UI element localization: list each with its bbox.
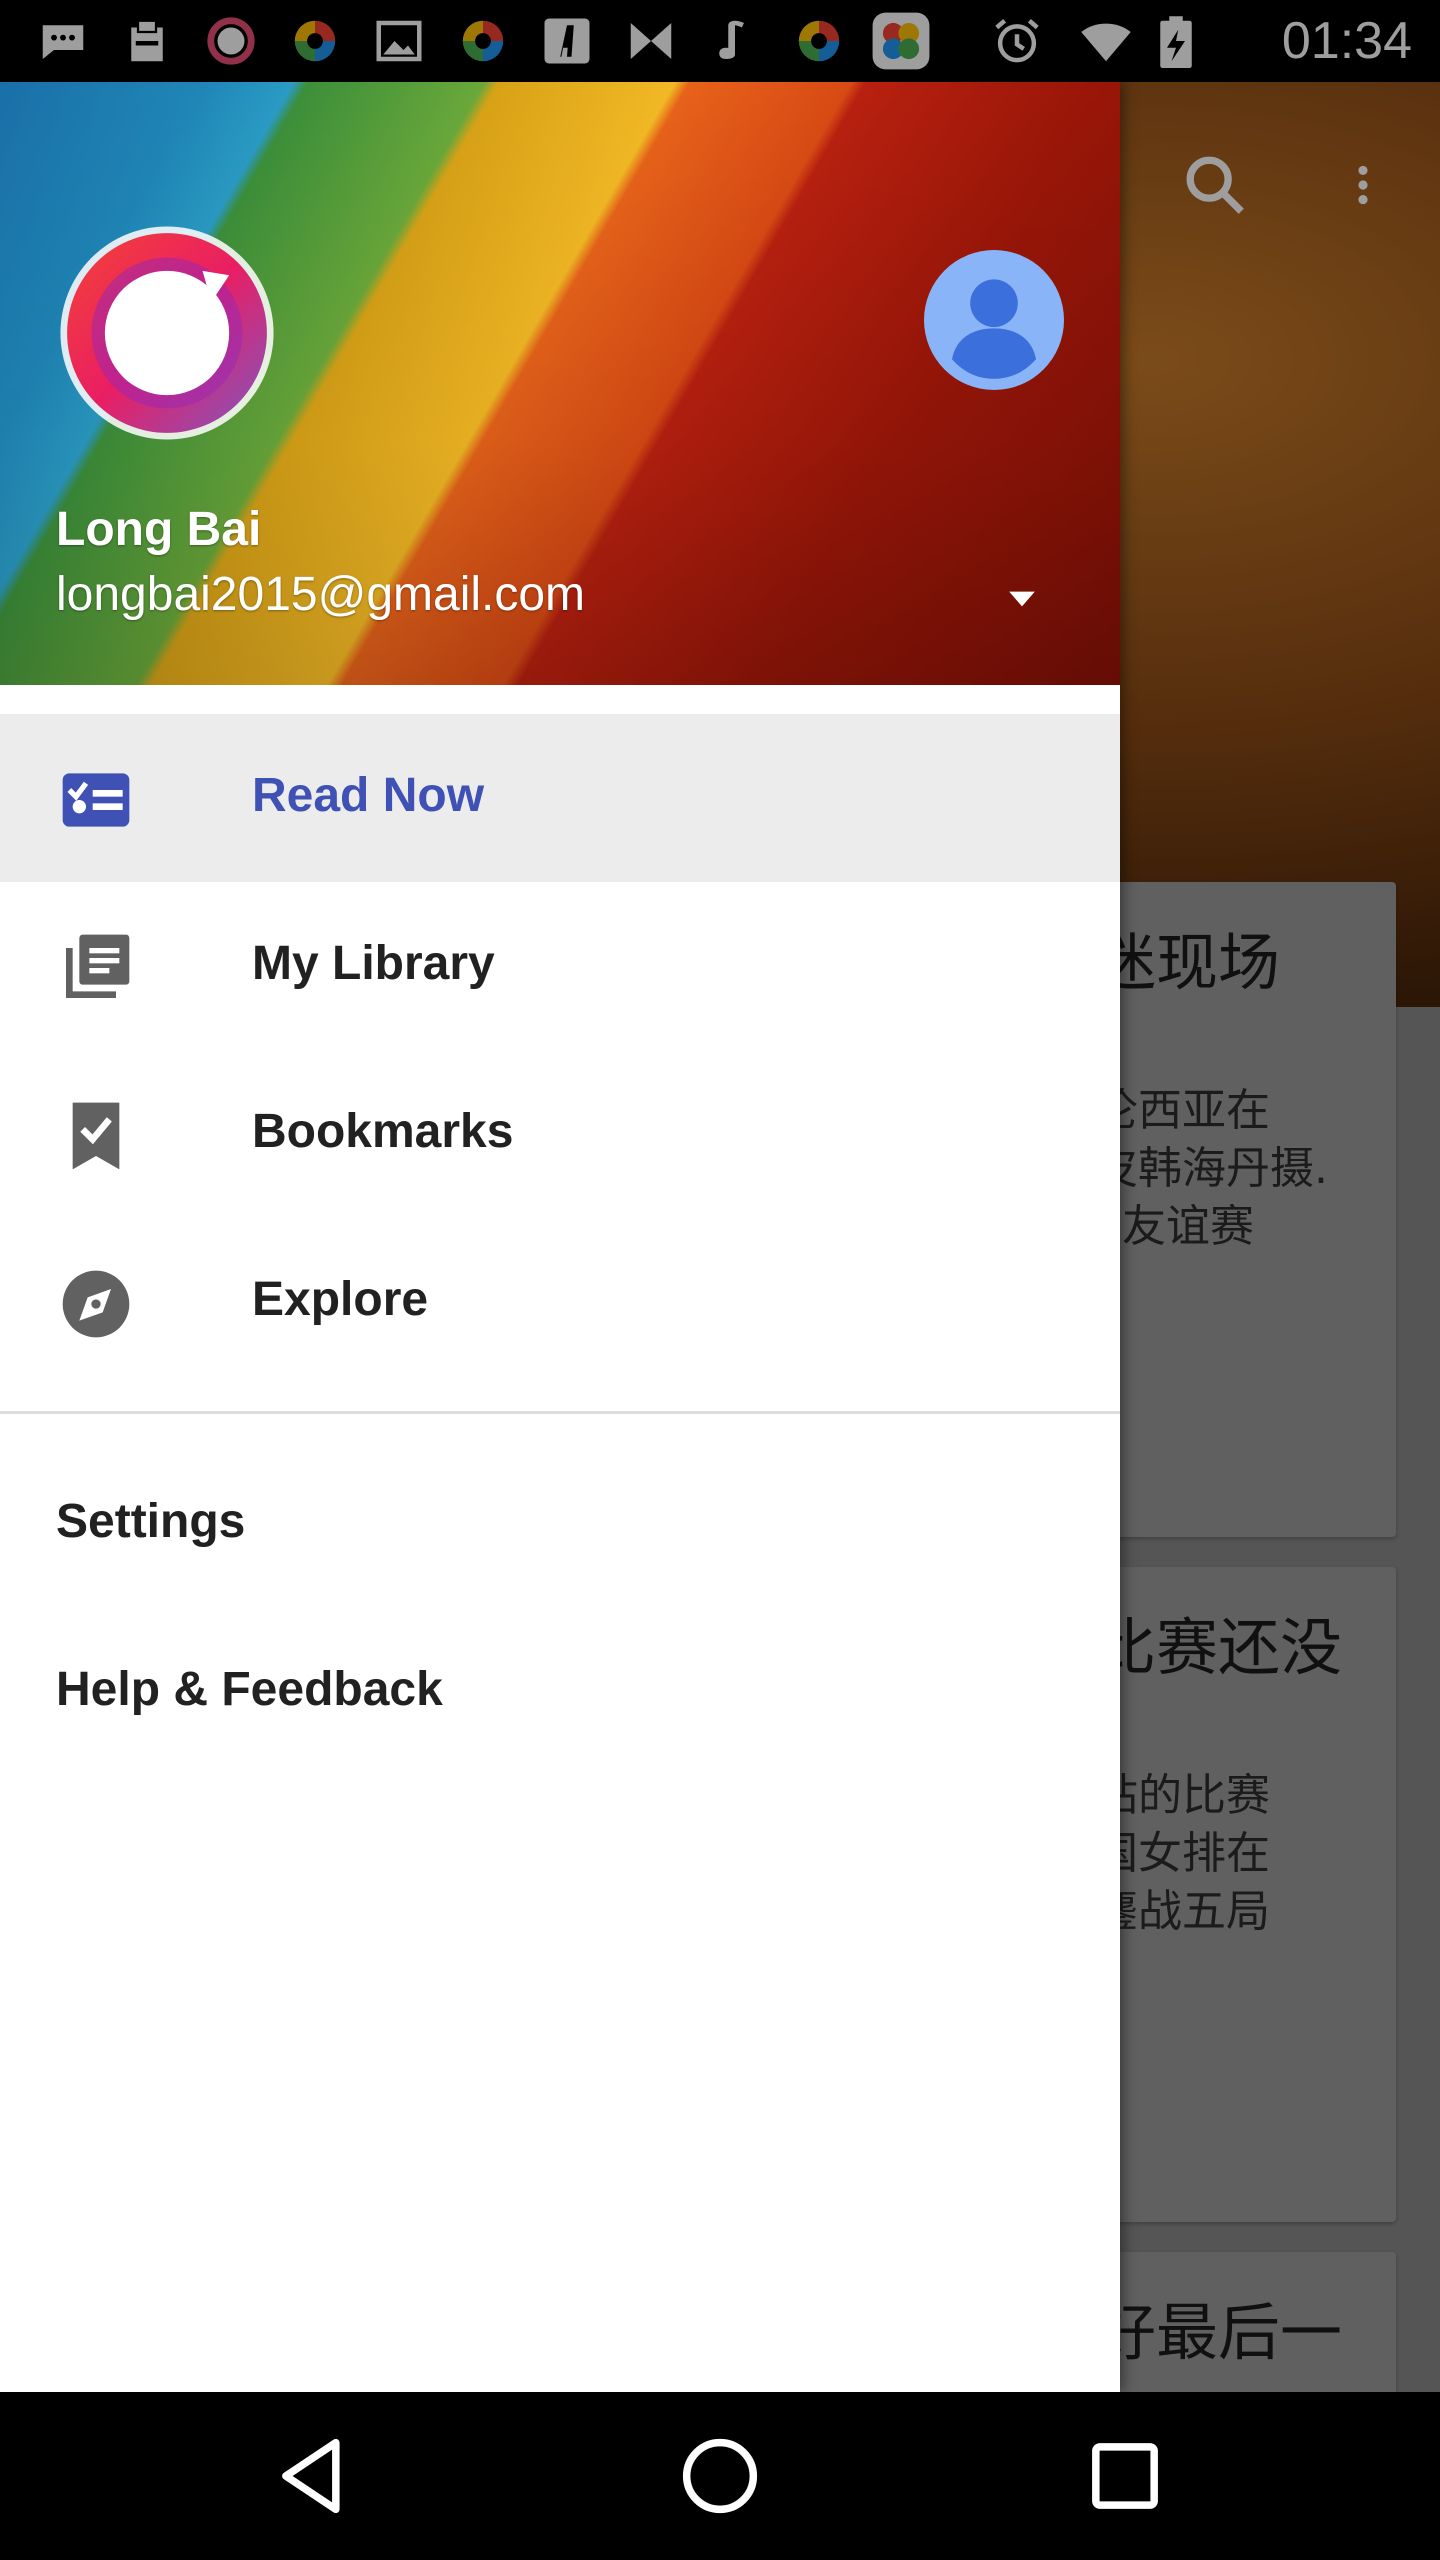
nav-item-bookmarks[interactable]: Bookmarks	[0, 1050, 1120, 1218]
nav-item-help-feedback[interactable]: Help & Feedback	[0, 1610, 1120, 1778]
drawer-header: Long Bai longbai2015@gmail.com	[0, 82, 1120, 685]
nav-item-my-library[interactable]: My Library	[0, 882, 1120, 1050]
back-icon[interactable]	[265, 2426, 365, 2526]
drawer-divider	[0, 1411, 1120, 1414]
account-avatar-icon[interactable]	[924, 250, 1064, 390]
nav-item-label: Bookmarks	[252, 1105, 514, 1158]
app-logo-icon[interactable]	[56, 222, 278, 444]
nav-item-read-now[interactable]: Read Now	[0, 714, 1120, 882]
account-name: Long Bai	[56, 503, 262, 556]
account-email: longbai2015@gmail.com	[56, 568, 586, 621]
nav-item-label: My Library	[252, 937, 495, 990]
system-nav-bar	[0, 2392, 1440, 2560]
recents-icon[interactable]	[1075, 2426, 1175, 2526]
home-icon[interactable]	[670, 2426, 770, 2526]
library-icon	[66, 934, 130, 998]
nav-item-explore[interactable]: Explore	[0, 1218, 1120, 1386]
nav-item-label: Explore	[252, 1273, 429, 1326]
read-now-icon	[62, 773, 130, 827]
compass-icon	[62, 1270, 130, 1338]
bookmark-icon	[72, 1102, 120, 1170]
chevron-down-icon[interactable]	[1000, 577, 1044, 621]
settings-label: Settings	[56, 1495, 246, 1548]
help-feedback-label: Help & Feedback	[56, 1663, 443, 1716]
nav-item-label: Read Now	[252, 769, 485, 822]
nav-item-settings[interactable]: Settings	[0, 1442, 1120, 1610]
navigation-drawer: Long Bai longbai2015@gmail.com Read Now …	[0, 82, 1120, 2392]
